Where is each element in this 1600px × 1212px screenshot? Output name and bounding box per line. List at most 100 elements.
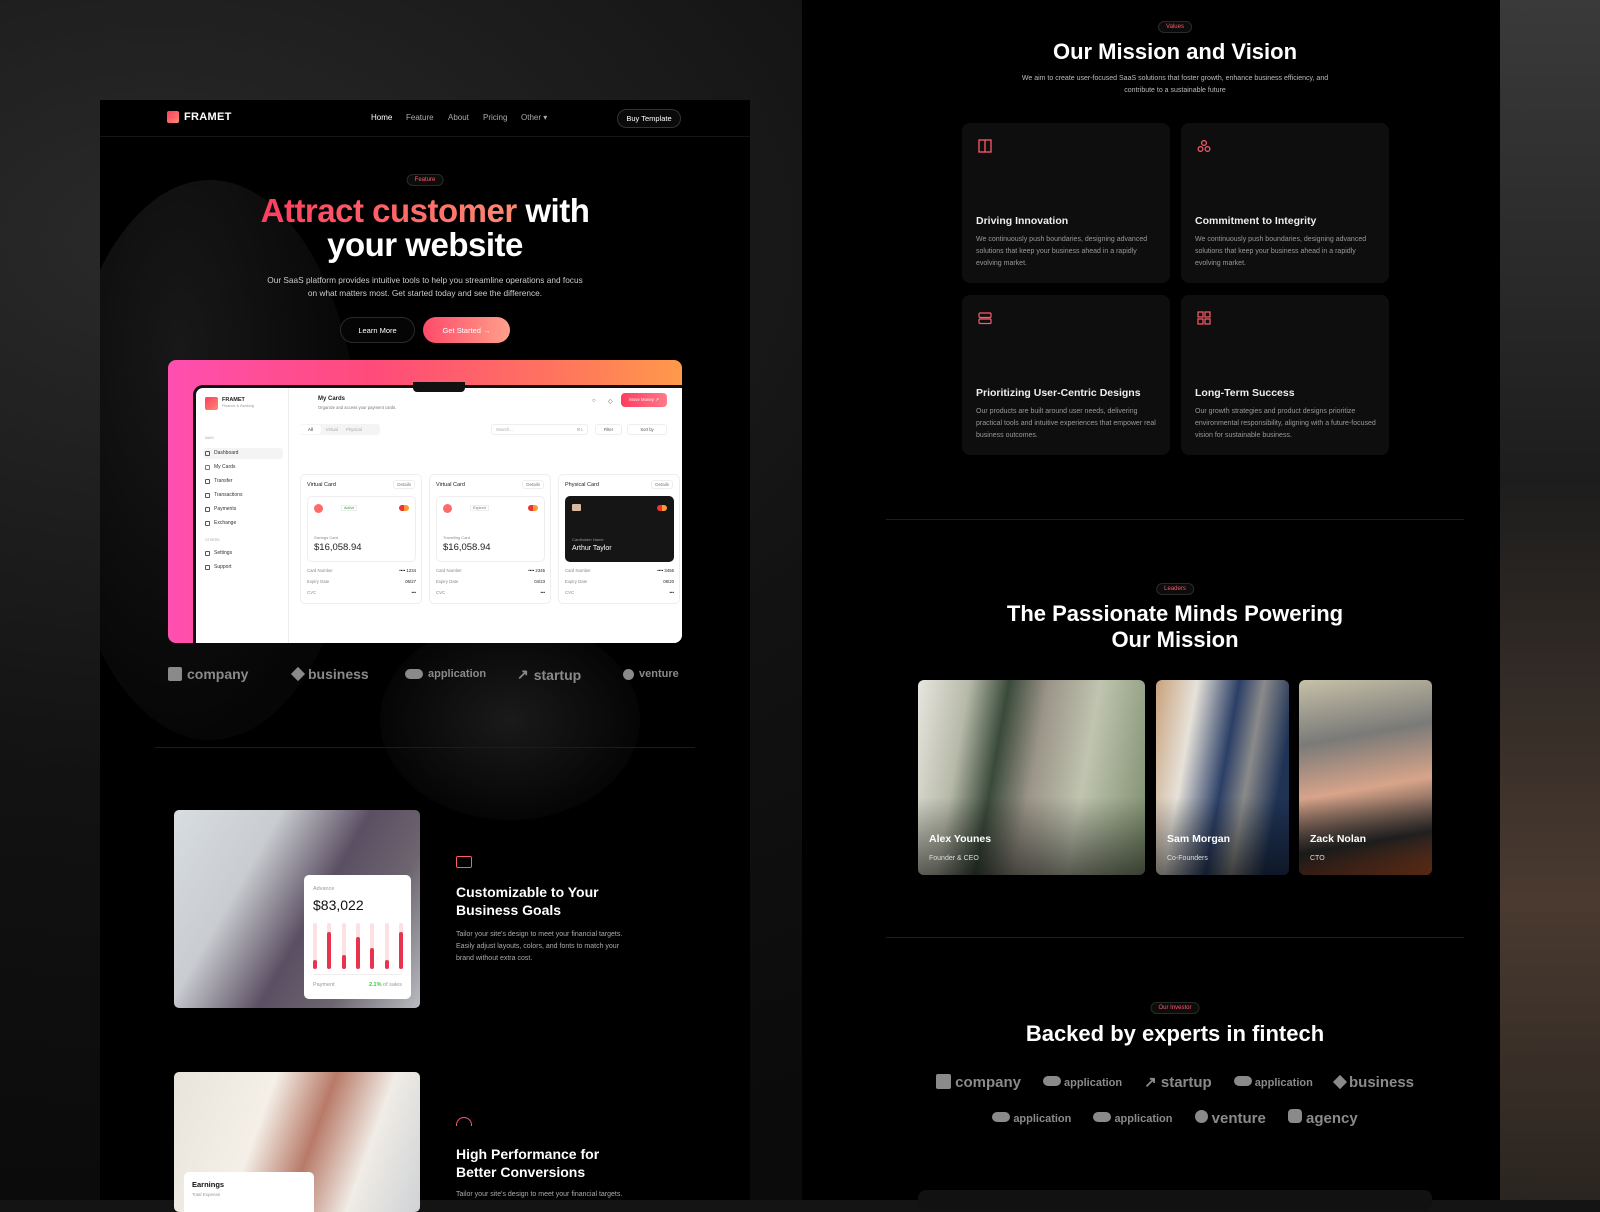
nav-pricing[interactable]: Pricing (483, 113, 507, 122)
leader-role: CTO (1310, 855, 1325, 862)
feature-desc-1: Tailor your site's design to meet your f… (456, 929, 622, 965)
label: Card Number (436, 568, 462, 573)
chevron-down-icon: ▾ (543, 113, 548, 122)
bell-icon[interactable]: ◇ (608, 398, 613, 405)
leader-card-alex[interactable]: Alex Younes Founder & CEO (918, 680, 1145, 875)
sidebar-item-transactions[interactable]: Transactions (205, 492, 242, 498)
status-badge-expired: Expired (470, 505, 489, 511)
earnings-title: Earnings (192, 1180, 225, 1189)
bar-fill (370, 948, 375, 969)
leaders-badge: Leaders (1156, 583, 1194, 595)
leader-card-zack[interactable]: Zack Nolan CTO (1299, 680, 1432, 875)
leader-card-sam[interactable]: Sam Morgan Co-Founders (1156, 680, 1289, 875)
search-icon[interactable]: ○ (592, 398, 596, 404)
logo-text: business (1349, 1073, 1415, 1091)
leader-name: Alex Younes (929, 833, 992, 845)
photo-shade (918, 680, 1145, 875)
logo-application: application (1233, 1075, 1313, 1089)
sidebar-item-transfer[interactable]: Transfer (205, 478, 232, 484)
filter-button[interactable]: Filter (595, 424, 622, 435)
section-divider (886, 937, 1464, 938)
card-panel-3: Physical Card Details Cardholder Name Ar… (558, 474, 680, 604)
nav-other[interactable]: Other ▾ (521, 113, 547, 122)
holder-name: Arthur Taylor (572, 545, 612, 552)
pct-suffix: of sales (383, 982, 402, 988)
value-card-user-centric: Prioritizing User-Centric Designs Our pr… (962, 295, 1170, 455)
tab-all[interactable]: All (300, 425, 321, 434)
widget-footer-label: Payment (313, 982, 335, 988)
sidebar-item-support[interactable]: Support (205, 564, 232, 570)
dashboard-page-title: My Cards (318, 396, 346, 402)
bar-fill (341, 955, 346, 969)
details-button[interactable]: Details (393, 480, 415, 489)
tab-virtual[interactable]: Virtual (321, 425, 343, 434)
nav-about[interactable]: About (448, 113, 469, 122)
expiry-row: Expiry Date 06/27 (307, 579, 416, 584)
label: Payments (214, 506, 237, 512)
sidebar-item-my-cards[interactable]: My Cards (205, 464, 235, 470)
card-title: Commitment to Integrity (1195, 215, 1317, 227)
get-started-button[interactable]: Get Started → (423, 317, 510, 343)
title-line: Better Conversions (456, 1164, 586, 1180)
investor-logos-row-2: application application venture agency (886, 1109, 1464, 1127)
sidebar-item-dashboard[interactable]: Dashboard (205, 450, 238, 456)
circles-icon (1197, 139, 1211, 153)
details-button[interactable]: Details (522, 480, 544, 489)
logo-text: agency (1306, 1110, 1358, 1127)
card-title: Prioritizing User-Centric Designs (976, 387, 1141, 399)
cvc-row: CVC ••• (436, 590, 545, 595)
earnings-widget: Earnings Total Expense (184, 1172, 314, 1212)
cloud-logo-icon (1093, 1111, 1112, 1122)
dashboard-search-input[interactable]: Search... ⌘1 (491, 424, 588, 435)
learn-more-button[interactable]: Learn More (340, 317, 415, 343)
card-visual: Expired Travelling Card $16,058.94 (436, 496, 545, 562)
sidebar-item-exchange[interactable]: Exchange (205, 520, 236, 526)
subtitle-line: contribute to a sustainable future (1124, 87, 1226, 94)
pct-value: 2.1% (368, 982, 382, 988)
desc-line: Tailor your site's design to meet your f… (456, 931, 623, 938)
section-divider (886, 519, 1464, 520)
values-badge: Values (1158, 21, 1192, 33)
investor-badge: Our Investor (1150, 1002, 1200, 1014)
brand-logo[interactable]: FRAMET (167, 111, 232, 123)
sidebar-item-payments[interactable]: Payments (205, 506, 236, 512)
chip-icon (572, 504, 581, 511)
value-card-driving-innovation: Driving Innovation We continuously push … (962, 123, 1170, 283)
card-type: Physical Card (565, 482, 599, 488)
nav-home[interactable]: Home (371, 113, 392, 122)
sidebar-item-settings[interactable]: Settings (205, 550, 232, 556)
nav-feature[interactable]: Feature (406, 113, 434, 122)
dashboard-screen: FRAMET Finance & Banking MAIN Dashboard … (193, 385, 682, 643)
card-logo-icon (443, 504, 452, 513)
sort-by-button[interactable]: Sort by (627, 424, 667, 435)
tab-physical[interactable]: Physical (343, 425, 365, 434)
cvc-row: CVC ••• (565, 590, 674, 595)
expiry-row: Expiry Date 04/23 (436, 579, 545, 584)
payments-icon (205, 506, 210, 512)
buy-template-button[interactable]: Buy Template (617, 109, 681, 128)
dashboard-icon (205, 450, 210, 456)
label: Expiry Date (436, 579, 459, 584)
logo-company: company (935, 1073, 1021, 1091)
cvc-row: CVC ••• (307, 590, 416, 595)
value: •••• 1234 (399, 568, 416, 573)
sidebar-section-others: OTHERS (205, 538, 220, 542)
headphones-icon (205, 564, 210, 570)
logo-startup: ↗ startup (1144, 1073, 1212, 1091)
columns-icon (978, 139, 992, 153)
label: CVC (436, 590, 446, 595)
business-logo-icon (1332, 1074, 1347, 1089)
card-desc: We continuously push boundaries, designi… (976, 236, 1148, 267)
hero-subtitle: Our SaaS platform provides intuitive too… (100, 274, 750, 300)
settings-icon (205, 550, 210, 556)
feature-photo-woman-phone: Advance $83,022 Payment 2.1% of sales (174, 810, 420, 1008)
move-money-button[interactable]: Move Money ↗ (621, 393, 667, 407)
company-logo-icon (168, 667, 182, 681)
card-panel-1: Virtual Card Details Active Savings Card… (300, 474, 422, 604)
cloud-logo-icon (405, 669, 423, 679)
logo-application: application (1042, 1075, 1122, 1089)
dashboard-page-subtitle: Organize and access your payment cards. (318, 405, 397, 410)
feature-photo-man-phone: Earnings Total Expense (174, 1072, 420, 1212)
label: Card Number (565, 568, 591, 573)
details-button[interactable]: Details (651, 480, 673, 489)
